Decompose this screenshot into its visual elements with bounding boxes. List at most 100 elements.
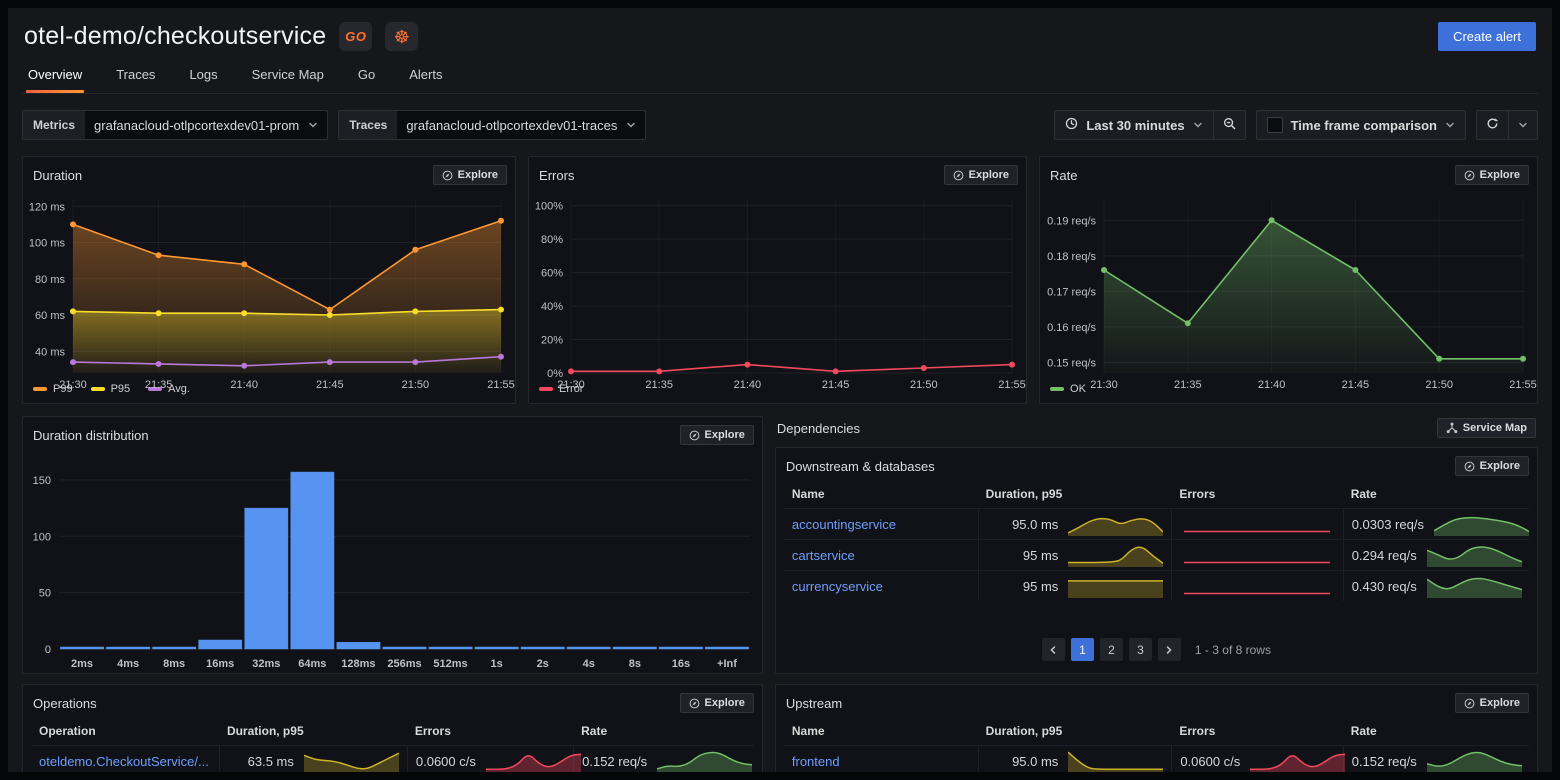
- pagination-buttons: 123: [1042, 638, 1181, 661]
- refresh-button[interactable]: [1476, 110, 1509, 140]
- go-language-badge: GO: [339, 22, 372, 51]
- service-link[interactable]: frontend: [792, 754, 840, 769]
- column-header: Rate: [1343, 480, 1529, 508]
- explore-button[interactable]: Explore: [1455, 693, 1529, 713]
- svg-text:+Inf: +Inf: [717, 658, 737, 670]
- duration-cell: 95 ms: [978, 571, 1172, 601]
- service-link[interactable]: oteldemo.CheckoutService/...: [39, 754, 209, 769]
- errors-cell: [1171, 540, 1342, 570]
- table-row: cartservice 95 ms 0.294 req/s: [784, 539, 1529, 570]
- service-map-button[interactable]: Service Map: [1437, 418, 1536, 438]
- svg-text:20%: 20%: [541, 335, 563, 347]
- svg-text:0.18 req/s: 0.18 req/s: [1047, 251, 1096, 263]
- pagination-page-button[interactable]: 1: [1071, 638, 1094, 661]
- column-header: Name: [784, 717, 978, 745]
- time-range-picker[interactable]: Last 30 minutes: [1054, 110, 1213, 140]
- dependencies-title: Dependencies: [777, 421, 860, 436]
- pagination-page-button[interactable]: 2: [1100, 638, 1123, 661]
- svg-text:21:40: 21:40: [1258, 379, 1286, 391]
- explore-button[interactable]: Explore: [680, 693, 754, 713]
- zoom-out-icon: [1223, 117, 1236, 133]
- refresh-group: [1476, 110, 1538, 140]
- service-link[interactable]: accountingservice: [792, 517, 896, 532]
- duration-sparkline: [1068, 511, 1163, 537]
- rate-value: 0.152 req/s: [582, 754, 657, 769]
- table-row: currencyservice 95 ms 0.430 req/s: [784, 570, 1529, 601]
- duration-chart[interactable]: 40 ms60 ms80 ms100 ms120 ms21:3021:3521:…: [23, 189, 515, 381]
- tab-service-map[interactable]: Service Map: [250, 61, 326, 93]
- column-header: Rate: [573, 717, 754, 745]
- comparison-checkbox[interactable]: [1267, 117, 1283, 133]
- svg-text:64ms: 64ms: [298, 658, 326, 670]
- service-link[interactable]: currencyservice: [792, 579, 883, 594]
- explore-button[interactable]: Explore: [1455, 165, 1529, 185]
- duration-value: 95 ms: [987, 548, 1069, 563]
- errors-sparkline: [1250, 748, 1345, 772]
- svg-text:40 ms: 40 ms: [35, 346, 65, 358]
- refresh-icon: [1486, 117, 1499, 133]
- chevron-down-icon: [1193, 120, 1203, 130]
- rate-sparkline: [1434, 511, 1529, 537]
- errors-chart[interactable]: 0%20%40%60%80%100%21:3021:3521:4021:4521…: [529, 189, 1026, 381]
- svg-text:21:55: 21:55: [487, 379, 515, 391]
- svg-text:16s: 16s: [672, 658, 690, 670]
- svg-text:4ms: 4ms: [117, 658, 139, 670]
- pagination-page-button[interactable]: 3: [1129, 638, 1152, 661]
- tab-overview[interactable]: Overview: [26, 61, 84, 93]
- duration-distribution-panel: Duration distribution Explore 0501001502…: [22, 416, 763, 674]
- pagination-next-button[interactable]: [1158, 638, 1181, 661]
- create-alert-button[interactable]: Create alert: [1438, 22, 1536, 51]
- rate-cell: 0.430 req/s: [1343, 571, 1529, 601]
- panel-title: Operations: [33, 696, 97, 711]
- column-header: Operation: [31, 717, 219, 745]
- tab-logs[interactable]: Logs: [187, 61, 219, 93]
- tab-go[interactable]: Go: [356, 61, 377, 93]
- zoom-out-button[interactable]: [1214, 110, 1246, 140]
- rate-cell: 0.152 req/s: [573, 746, 754, 772]
- chevron-down-icon: [308, 111, 327, 139]
- svg-text:0.15 req/s: 0.15 req/s: [1047, 357, 1096, 369]
- duration-panel: Duration Explore 40 ms60 ms80 ms100 ms12…: [22, 156, 516, 404]
- traces-datasource-picker[interactable]: Traces grafanacloud-otlpcortexdev01-trac…: [338, 110, 646, 140]
- duration-value: 95.0 ms: [987, 754, 1069, 769]
- refresh-interval-dropdown[interactable]: [1509, 110, 1538, 140]
- rate-sparkline: [1427, 542, 1522, 568]
- explore-button[interactable]: Explore: [680, 425, 754, 445]
- duration-distribution-chart[interactable]: 0501001502ms4ms8ms16ms32ms64ms128ms256ms…: [23, 449, 762, 673]
- rate-chart[interactable]: 0.15 req/s0.16 req/s0.17 req/s0.18 req/s…: [1040, 189, 1537, 381]
- explore-button[interactable]: Explore: [1455, 456, 1529, 476]
- svg-text:21:45: 21:45: [822, 379, 850, 391]
- tab-traces[interactable]: Traces: [114, 61, 157, 93]
- service-link[interactable]: cartservice: [792, 548, 855, 563]
- svg-text:1s: 1s: [491, 658, 503, 670]
- svg-text:8ms: 8ms: [163, 658, 185, 670]
- explore-button[interactable]: Explore: [944, 165, 1018, 185]
- rate-value: 0.294 req/s: [1352, 548, 1427, 563]
- svg-text:2s: 2s: [537, 658, 549, 670]
- table-row: oteldemo.CheckoutService/...63.5 ms0.060…: [31, 745, 754, 772]
- tab-alerts[interactable]: Alerts: [407, 61, 444, 93]
- svg-text:50: 50: [39, 588, 51, 600]
- duration-value: 95.0 ms: [987, 517, 1069, 532]
- explore-icon: [1464, 461, 1475, 472]
- panel-title: Rate: [1050, 168, 1077, 183]
- upstream-panel: Upstream Explore NameDuration, p95Errors…: [775, 684, 1538, 772]
- svg-text:2ms: 2ms: [71, 658, 93, 670]
- column-header: Duration, p95: [978, 480, 1172, 508]
- chevron-down-icon: [1518, 120, 1528, 130]
- column-header: Errors: [1171, 480, 1342, 508]
- time-controls: Last 30 minutes Time frame comparison: [1054, 110, 1538, 140]
- panel-title: Downstream & databases: [786, 459, 935, 474]
- dependencies-panel: Dependencies Service Map Downstream & da…: [775, 416, 1538, 674]
- metrics-datasource-picker[interactable]: Metrics grafanacloud-otlpcortexdev01-pro…: [22, 110, 328, 140]
- explore-button[interactable]: Explore: [433, 165, 507, 185]
- svg-text:40%: 40%: [541, 301, 563, 313]
- time-frame-comparison-toggle[interactable]: Time frame comparison: [1256, 110, 1466, 140]
- explore-icon: [442, 170, 453, 181]
- duration-sparkline: [1068, 748, 1163, 772]
- duration-cell: 63.5 ms: [219, 746, 407, 772]
- duration-cell: 95 ms: [978, 540, 1172, 570]
- operations-table: OperationDuration, p95ErrorsRateoteldemo…: [23, 717, 762, 772]
- pagination-prev-button[interactable]: [1042, 638, 1065, 661]
- column-header: Name: [784, 480, 978, 508]
